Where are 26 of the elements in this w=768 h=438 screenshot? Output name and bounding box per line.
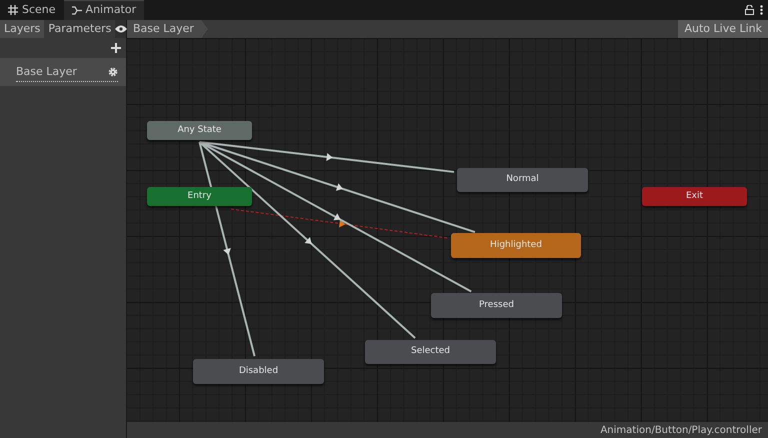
entry-node[interactable]: Entry [147,187,252,206]
window-tab[interactable]: Animator [64,0,144,20]
any-state-node[interactable]: Any State [147,121,252,140]
state-node[interactable]: Disabled [193,359,324,384]
lock-icon[interactable] [745,5,754,15]
state-node[interactable]: Selected [365,340,496,364]
file-path: Animation/Button/Play.controller [600,424,762,438]
panel-tab[interactable]: Parameters [44,20,116,38]
state-node[interactable]: Pressed [431,293,562,318]
more-options-icon[interactable] [760,5,762,15]
window-tab[interactable]: Scene [0,0,64,20]
eye-icon[interactable] [115,25,128,33]
exit-node[interactable]: Exit [642,187,747,206]
grid-icon [8,5,18,15]
breadcrumb[interactable]: Base Layer [127,20,208,38]
panel-tab[interactable]: Layers [0,20,44,38]
auto-live-link-button[interactable]: Auto Live Link [678,20,768,38]
default-transition-arrow[interactable] [230,208,448,238]
default-state-node[interactable]: Highlighted [451,233,581,258]
layer-item[interactable]: Base Layer [0,58,126,86]
state-node[interactable]: Normal [457,168,588,192]
add-icon[interactable] [110,43,120,53]
layer-name: Base Layer [16,64,77,80]
node-graph-icon [72,6,82,15]
settings-icon[interactable] [108,67,118,77]
transition-arrow[interactable] [199,141,454,173]
